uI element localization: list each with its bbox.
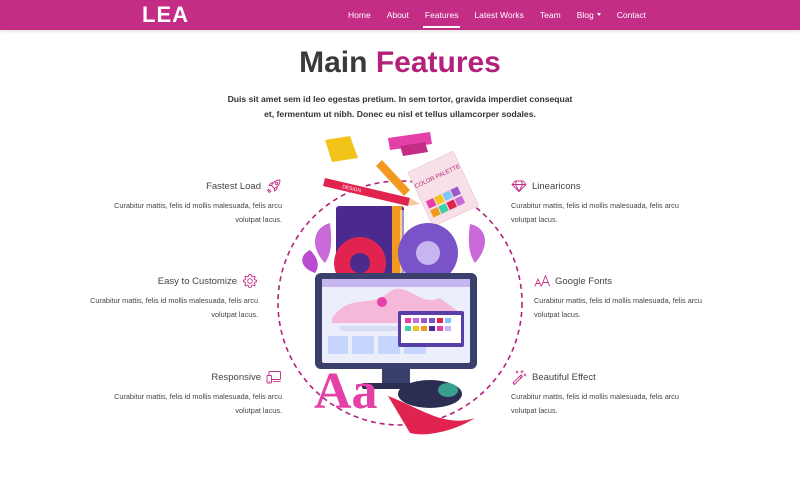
navbar: LEA Home About Features Latest Works Tea…	[0, 0, 800, 30]
nav-menu: Home About Features Latest Works Team Bl…	[340, 0, 654, 30]
brand-logo[interactable]: LEA	[142, 2, 189, 28]
feature-google-fonts: Google Fonts Curabitur mattis, felis id …	[534, 273, 704, 321]
feature-easy-to-customize: Easy to Customize Curabitur mattis, feli…	[88, 273, 258, 321]
leaf-left	[314, 223, 332, 263]
nav-item-blog[interactable]: Blog	[569, 0, 609, 30]
feature-responsive: Responsive Curabitur mattis, felis id mo…	[112, 369, 282, 417]
color-palette: COLOR PALETTE	[407, 150, 479, 227]
pencil-label: DESIGN	[342, 184, 362, 194]
pencil-tip	[408, 198, 420, 206]
feature-desc: Curabitur mattis, felis id mollis malesu…	[534, 296, 702, 319]
font-size-icon	[534, 273, 550, 289]
section-title: Main Features	[0, 46, 800, 80]
feature-title: Beautiful Effect	[532, 371, 596, 383]
section-title-accent: Features	[375, 46, 501, 79]
feature-desc: Curabitur mattis, felis id mollis malesu…	[511, 392, 679, 415]
feature-linearicons: Linearicons Curabitur mattis, felis id m…	[511, 178, 681, 226]
orange-pencil	[376, 160, 410, 196]
feature-title: Google Fonts	[555, 275, 613, 287]
section-title-main: Main	[299, 46, 368, 79]
feature-desc: Curabitur mattis, felis id mollis malesu…	[114, 201, 282, 224]
leaf-right	[468, 224, 486, 263]
nav-item-latest-works[interactable]: Latest Works	[466, 0, 531, 30]
nav-item-about[interactable]: About	[379, 0, 417, 30]
illustration-svg: DESIGN COLOR PALETTE Aa	[277, 132, 523, 435]
feature-fastest-load: Fastest Load Curabitur mattis, felis id …	[112, 178, 282, 226]
feature-title: Fastest Load	[206, 180, 261, 192]
feature-title: Linearicons	[532, 180, 581, 192]
nav-item-team[interactable]: Team	[532, 0, 569, 30]
caret-down-icon	[596, 13, 601, 17]
feature-desc: Curabitur mattis, felis id mollis malesu…	[114, 392, 282, 415]
section-lead: Duis sit amet sem id leo egestas pretium…	[227, 94, 573, 119]
aa-letters: Aa	[314, 363, 378, 420]
leaf-left-2	[302, 250, 318, 273]
gear-icon	[242, 273, 258, 289]
nav-item-features[interactable]: Features	[417, 0, 467, 30]
feature-title: Responsive	[211, 371, 261, 383]
nav-item-contact[interactable]: Contact	[609, 0, 654, 30]
feature-beautiful-effect: Beautiful Effect Curabitur mattis, felis…	[511, 369, 681, 417]
features-illustration: DESIGN COLOR PALETTE Aa	[270, 128, 530, 438]
feature-title: Easy to Customize	[157, 275, 237, 287]
feature-desc: Curabitur mattis, felis id mollis malesu…	[90, 296, 258, 319]
feature-desc: Curabitur mattis, felis id mollis malesu…	[511, 201, 679, 224]
nav-item-home[interactable]: Home	[340, 0, 379, 30]
nav-item-blog-label: Blog	[576, 10, 594, 20]
yellow-paper	[325, 136, 358, 162]
